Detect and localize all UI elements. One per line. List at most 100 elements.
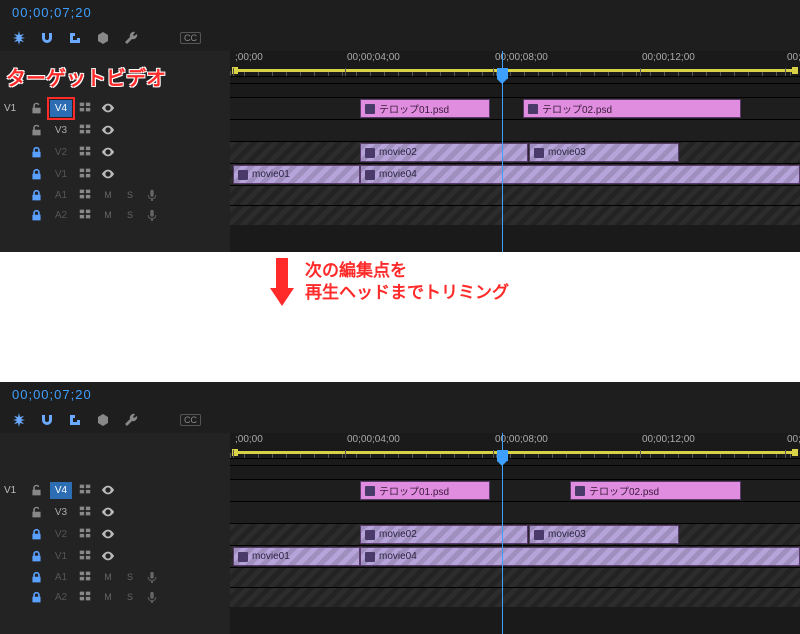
time-ruler[interactable]: ;00;00 00;00;04;00 00;00;08;00 00;00;12;… — [230, 51, 800, 77]
playhead-handle-icon[interactable] — [497, 68, 508, 79]
track-lane-a2[interactable] — [230, 205, 800, 225]
sync-lock-icon[interactable] — [78, 548, 94, 564]
sync-lock-icon[interactable] — [78, 482, 94, 498]
track-lane-a1[interactable] — [230, 185, 800, 205]
lock-icon[interactable] — [28, 548, 44, 564]
clip-movie03[interactable]: movie03 — [529, 525, 679, 544]
lock-icon[interactable] — [28, 589, 44, 605]
track-target-v4[interactable]: V4 — [50, 482, 72, 499]
track-target-v4[interactable]: V4 — [50, 100, 72, 117]
source-patch-v1[interactable]: V1 — [4, 103, 22, 114]
captions-cc-button[interactable]: CC — [180, 32, 201, 44]
nest-icon[interactable] — [12, 31, 26, 45]
snap-icon[interactable] — [40, 31, 54, 45]
track-target-a1[interactable]: A1 — [50, 187, 72, 204]
toggle-output-icon[interactable] — [100, 100, 116, 116]
track-lane-v4[interactable]: テロップ01.psd テロップ02.psd — [230, 97, 800, 119]
timeline-canvas[interactable]: ;00;00 00;00;04;00 00;00;08;00 00;00;12;… — [230, 433, 800, 634]
track-lane-v3[interactable] — [230, 119, 800, 141]
lock-icon[interactable] — [28, 504, 44, 520]
clip-telop01[interactable]: テロップ01.psd — [360, 99, 490, 118]
track-header-v4[interactable]: V1 V4 — [0, 97, 230, 119]
track-lane-v4[interactable]: テロップ01.psd テロップ02.psd — [230, 479, 800, 501]
solo-button[interactable]: S — [122, 589, 138, 605]
track-lane-v2[interactable]: movie02 movie03 — [230, 141, 800, 163]
track-target-a2[interactable]: A2 — [50, 589, 72, 606]
sync-lock-icon[interactable] — [78, 504, 94, 520]
sync-lock-icon[interactable] — [78, 166, 94, 182]
toggle-output-icon[interactable] — [100, 482, 116, 498]
track-header-v4[interactable]: V1 V4 — [0, 479, 230, 501]
track-target-a1[interactable]: A1 — [50, 569, 72, 586]
clip-movie04[interactable]: movie04 — [360, 165, 800, 184]
timeline-canvas[interactable]: ;00;00 00;00;04;00 00;00;08;00 00;00;12;… — [230, 51, 800, 252]
toggle-output-icon[interactable] — [100, 504, 116, 520]
voiceover-mic-icon[interactable] — [144, 569, 160, 585]
track-header-v3[interactable]: V3 — [0, 501, 230, 523]
clip-movie01[interactable]: movie01 — [233, 547, 360, 566]
lock-icon[interactable] — [28, 144, 44, 160]
lock-icon[interactable] — [28, 482, 44, 498]
track-header-v1[interactable]: V1 — [0, 545, 230, 567]
clip-telop02[interactable]: テロップ02.psd — [523, 99, 741, 118]
sync-lock-icon[interactable] — [78, 100, 94, 116]
mute-button[interactable]: M — [100, 207, 116, 223]
toggle-output-icon[interactable] — [100, 122, 116, 138]
settings-wrench-icon[interactable] — [124, 31, 138, 45]
clip-telop01[interactable]: テロップ01.psd — [360, 481, 490, 500]
lock-icon[interactable] — [28, 187, 44, 203]
track-header-v1[interactable]: V1 — [0, 163, 230, 185]
lock-icon[interactable] — [28, 526, 44, 542]
mute-button[interactable]: M — [100, 589, 116, 605]
track-header-v3[interactable]: V3 — [0, 119, 230, 141]
lock-icon[interactable] — [28, 122, 44, 138]
voiceover-mic-icon[interactable] — [144, 207, 160, 223]
toggle-output-icon[interactable] — [100, 166, 116, 182]
track-target-a2[interactable]: A2 — [50, 207, 72, 224]
nest-icon[interactable] — [12, 413, 26, 427]
linked-selection-icon[interactable] — [68, 413, 82, 427]
marker-icon[interactable] — [96, 31, 110, 45]
voiceover-mic-icon[interactable] — [144, 187, 160, 203]
track-lane-v2[interactable]: movie02 movie03 — [230, 523, 800, 545]
track-lane-v3[interactable] — [230, 501, 800, 523]
playhead[interactable] — [502, 51, 503, 252]
track-header-a2[interactable]: A2 M S — [0, 205, 230, 225]
marker-icon[interactable] — [96, 413, 110, 427]
track-target-v3[interactable]: V3 — [50, 122, 72, 139]
settings-wrench-icon[interactable] — [124, 413, 138, 427]
lock-icon[interactable] — [28, 100, 44, 116]
linked-selection-icon[interactable] — [68, 31, 82, 45]
track-header-a1[interactable]: A1 M S — [0, 185, 230, 205]
lock-icon[interactable] — [28, 207, 44, 223]
solo-button[interactable]: S — [122, 207, 138, 223]
track-lane-v1[interactable]: movie01 movie04 — [230, 545, 800, 567]
track-lane-v1[interactable]: movie01 movie04 — [230, 163, 800, 185]
solo-button[interactable]: S — [122, 569, 138, 585]
track-header-a2[interactable]: A2 M S — [0, 587, 230, 607]
track-target-v2[interactable]: V2 — [50, 144, 72, 161]
time-ruler[interactable]: ;00;00 00;00;04;00 00;00;08;00 00;00;12;… — [230, 433, 800, 459]
work-area-bar[interactable] — [234, 69, 796, 72]
toggle-output-icon[interactable] — [100, 526, 116, 542]
clip-movie04[interactable]: movie04 — [360, 547, 800, 566]
sync-lock-icon[interactable] — [78, 144, 94, 160]
sync-lock-icon[interactable] — [78, 569, 94, 585]
track-target-v3[interactable]: V3 — [50, 504, 72, 521]
track-target-v1[interactable]: V1 — [50, 166, 72, 183]
track-header-a1[interactable]: A1 M S — [0, 567, 230, 587]
voiceover-mic-icon[interactable] — [144, 589, 160, 605]
toggle-output-icon[interactable] — [100, 548, 116, 564]
lock-icon[interactable] — [28, 569, 44, 585]
track-target-v2[interactable]: V2 — [50, 526, 72, 543]
sync-lock-icon[interactable] — [78, 122, 94, 138]
track-target-v1[interactable]: V1 — [50, 548, 72, 565]
clip-telop02[interactable]: テロップ02.psd — [570, 481, 741, 500]
clip-movie03[interactable]: movie03 — [529, 143, 679, 162]
mute-button[interactable]: M — [100, 187, 116, 203]
snap-icon[interactable] — [40, 413, 54, 427]
work-area-bar[interactable] — [234, 451, 796, 454]
lock-icon[interactable] — [28, 166, 44, 182]
track-header-v2[interactable]: V2 — [0, 523, 230, 545]
playhead[interactable] — [502, 433, 503, 634]
